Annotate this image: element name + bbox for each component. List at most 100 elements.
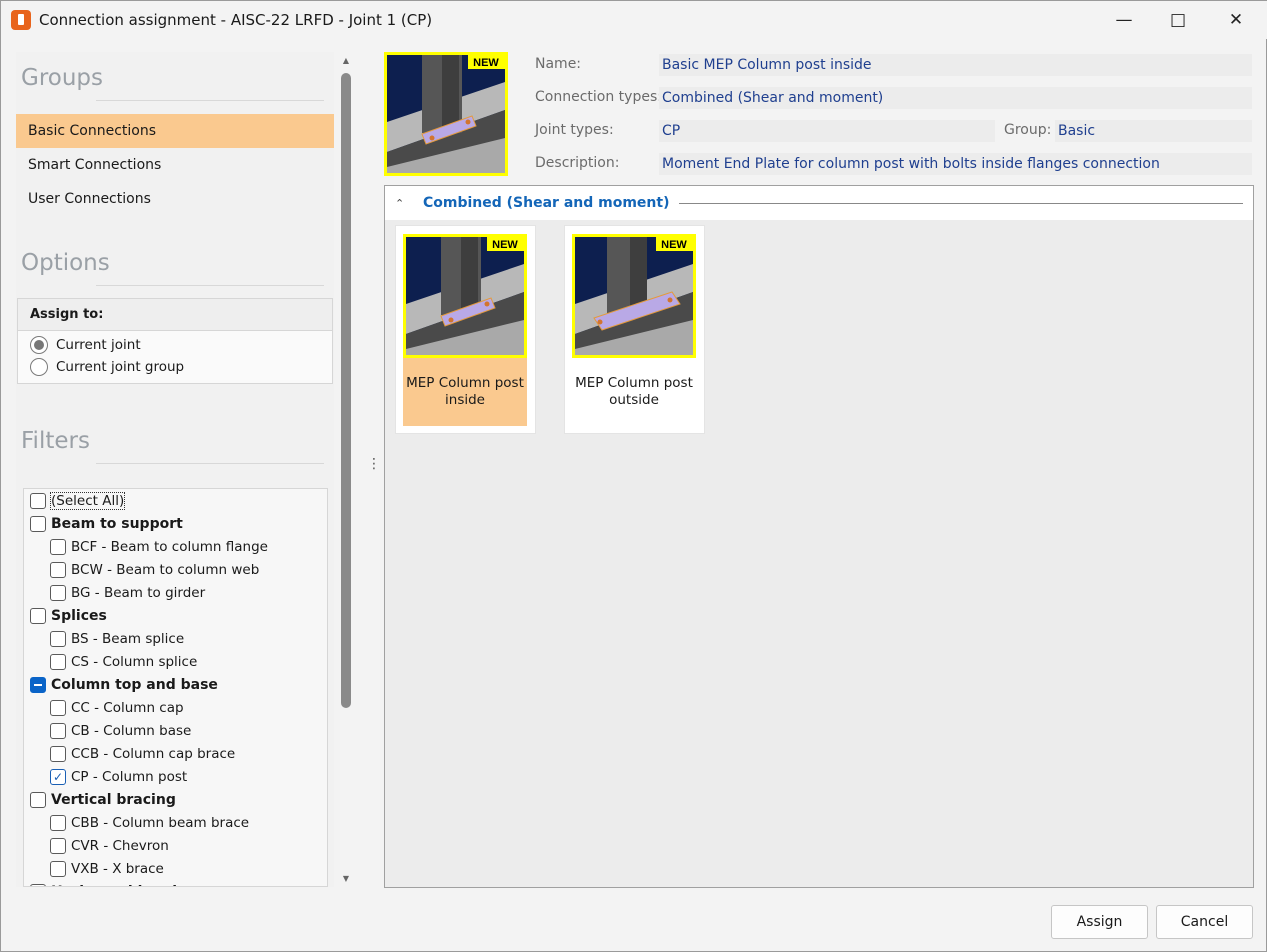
checkbox-icon[interactable] bbox=[50, 561, 66, 578]
filter-label: CCB - Column cap brace bbox=[71, 745, 236, 762]
checkbox-icon[interactable]: ✓ bbox=[50, 768, 66, 785]
checkbox-icon[interactable] bbox=[50, 722, 66, 739]
radio-current-joint[interactable]: Current joint bbox=[18, 334, 332, 356]
group-basic-connections[interactable]: Basic Connections bbox=[16, 114, 334, 148]
filter-label: CBB - Column beam brace bbox=[71, 814, 250, 831]
divider bbox=[96, 285, 324, 286]
assign-button[interactable]: Assign bbox=[1051, 905, 1148, 939]
column-post-graphic: NEW bbox=[384, 52, 508, 176]
group-user-connections[interactable]: User Connections bbox=[16, 182, 334, 216]
checkbox-icon[interactable] bbox=[50, 745, 66, 762]
filter-item[interactable]: Beam to support bbox=[24, 512, 327, 535]
joint-types-label: Joint types: bbox=[535, 122, 614, 138]
radio-icon bbox=[30, 336, 48, 354]
assign-to-box: Assign to: Current joint Current joint g… bbox=[17, 298, 333, 384]
filter-item[interactable]: CC - Column cap bbox=[24, 696, 327, 719]
column-post-graphic: NEW bbox=[572, 234, 696, 358]
filter-label: CS - Column splice bbox=[71, 653, 198, 670]
checkbox-icon[interactable] bbox=[50, 837, 66, 854]
filter-label: Beam to support bbox=[51, 515, 183, 532]
checkbox-icon[interactable] bbox=[30, 883, 46, 886]
filter-label: BG - Beam to girder bbox=[71, 584, 206, 601]
filter-item[interactable]: CS - Column splice bbox=[24, 650, 327, 673]
divider bbox=[96, 100, 324, 101]
card-label: MEP Column post inside bbox=[403, 358, 527, 426]
filter-item[interactable]: CCB - Column cap brace bbox=[24, 742, 327, 765]
checkbox-icon[interactable] bbox=[50, 538, 66, 555]
checkbox-icon[interactable] bbox=[50, 860, 66, 877]
splitter-handle[interactable]: ⋮ bbox=[367, 457, 381, 471]
checkbox-icon[interactable] bbox=[30, 515, 46, 532]
scrollbar-thumb[interactable] bbox=[341, 73, 351, 708]
filter-item[interactable]: Splices bbox=[24, 604, 327, 627]
cancel-button[interactable]: Cancel bbox=[1156, 905, 1253, 939]
scroll-up-icon[interactable]: ▲ bbox=[339, 56, 353, 65]
name-value: Basic MEP Column post inside bbox=[659, 54, 1252, 76]
checkbox-icon[interactable] bbox=[30, 791, 46, 808]
preview-image: NEW bbox=[384, 52, 508, 176]
filter-item[interactable]: CB - Column base bbox=[24, 719, 327, 742]
title-bar: Connection assignment - AISC-22 LRFD - J… bbox=[1, 1, 1267, 39]
filter-item[interactable]: BCF - Beam to column flange bbox=[24, 535, 327, 558]
close-button[interactable]: ✕ bbox=[1209, 1, 1263, 39]
groups-heading: Groups bbox=[21, 65, 104, 91]
filter-item[interactable]: BS - Beam splice bbox=[24, 627, 327, 650]
checkbox-icon[interactable] bbox=[50, 699, 66, 716]
connection-thumbnail: NEW bbox=[403, 234, 527, 358]
filter-label: BCF - Beam to column flange bbox=[71, 538, 268, 555]
divider bbox=[96, 463, 324, 464]
filter-label: BCW - Beam to column web bbox=[71, 561, 260, 578]
checkbox-icon[interactable] bbox=[30, 607, 46, 624]
group-label: Group: bbox=[1004, 122, 1052, 138]
group-smart-connections[interactable]: Smart Connections bbox=[16, 148, 334, 182]
options-heading: Options bbox=[21, 250, 110, 276]
section-header[interactable]: ⌃ Combined (Shear and moment) bbox=[385, 186, 1253, 220]
checkbox-icon[interactable] bbox=[30, 676, 46, 693]
filter-item[interactable]: ✓ CP - Column post bbox=[24, 765, 327, 788]
minimize-button[interactable]: — bbox=[1097, 1, 1151, 39]
checkbox-icon[interactable] bbox=[50, 814, 66, 831]
filter-item[interactable]: Horizontal bracing bbox=[24, 880, 327, 887]
filter-label: (Select All) bbox=[49, 491, 126, 510]
filter-label: VXB - X brace bbox=[71, 860, 164, 877]
filter-item[interactable]: BG - Beam to girder bbox=[24, 581, 327, 604]
filter-item[interactable]: Column top and base bbox=[24, 673, 327, 696]
connections-gallery: ⌃ Combined (Shear and moment) NEW MEP Co… bbox=[384, 185, 1254, 888]
connection-types-value: Combined (Shear and moment) bbox=[659, 87, 1252, 109]
filter-label: Horizontal bracing bbox=[51, 884, 197, 887]
name-label: Name: bbox=[535, 56, 582, 72]
radio-current-joint-group[interactable]: Current joint group bbox=[18, 356, 332, 378]
assign-to-label: Assign to: bbox=[18, 299, 332, 331]
checkbox-icon[interactable] bbox=[50, 630, 66, 647]
filter-label: CB - Column base bbox=[71, 722, 192, 739]
checkbox-icon[interactable] bbox=[50, 653, 66, 670]
card-label: MEP Column post outside bbox=[575, 375, 693, 408]
radio-label: Current joint group bbox=[56, 359, 185, 375]
filter-item[interactable]: (Select All) bbox=[24, 489, 327, 512]
connection-card-outside[interactable]: NEW MEP Column post outside bbox=[564, 225, 705, 434]
connection-types-label: Connection types: bbox=[535, 89, 662, 105]
left-panel: Groups Basic Connections Smart Connectio… bbox=[16, 52, 334, 887]
connection-thumbnail: NEW bbox=[572, 234, 696, 358]
scroll-down-icon[interactable]: ▼ bbox=[339, 874, 353, 883]
filter-label: CVR - Chevron bbox=[71, 837, 169, 854]
section-title: Combined (Shear and moment) bbox=[423, 195, 670, 211]
description-label: Description: bbox=[535, 155, 620, 171]
filter-label: Column top and base bbox=[51, 676, 218, 693]
connection-card-inside[interactable]: NEW MEP Column post inside bbox=[395, 225, 536, 434]
app-icon bbox=[11, 10, 31, 30]
filter-item[interactable]: BCW - Beam to column web bbox=[24, 558, 327, 581]
window-title: Connection assignment - AISC-22 LRFD - J… bbox=[39, 11, 433, 29]
filter-item[interactable]: Vertical bracing bbox=[24, 788, 327, 811]
radio-icon bbox=[30, 358, 48, 376]
filter-item[interactable]: CVR - Chevron bbox=[24, 834, 327, 857]
group-value: Basic bbox=[1055, 120, 1252, 142]
checkbox-icon[interactable] bbox=[50, 584, 66, 601]
maximize-button[interactable]: □ bbox=[1151, 1, 1205, 39]
filter-item[interactable]: VXB - X brace bbox=[24, 857, 327, 880]
filter-label: BS - Beam splice bbox=[71, 630, 185, 647]
radio-label: Current joint bbox=[56, 337, 141, 353]
checkbox-icon[interactable] bbox=[30, 492, 46, 509]
collapse-icon[interactable]: ⌃ bbox=[395, 197, 423, 210]
filter-item[interactable]: CBB - Column beam brace bbox=[24, 811, 327, 834]
